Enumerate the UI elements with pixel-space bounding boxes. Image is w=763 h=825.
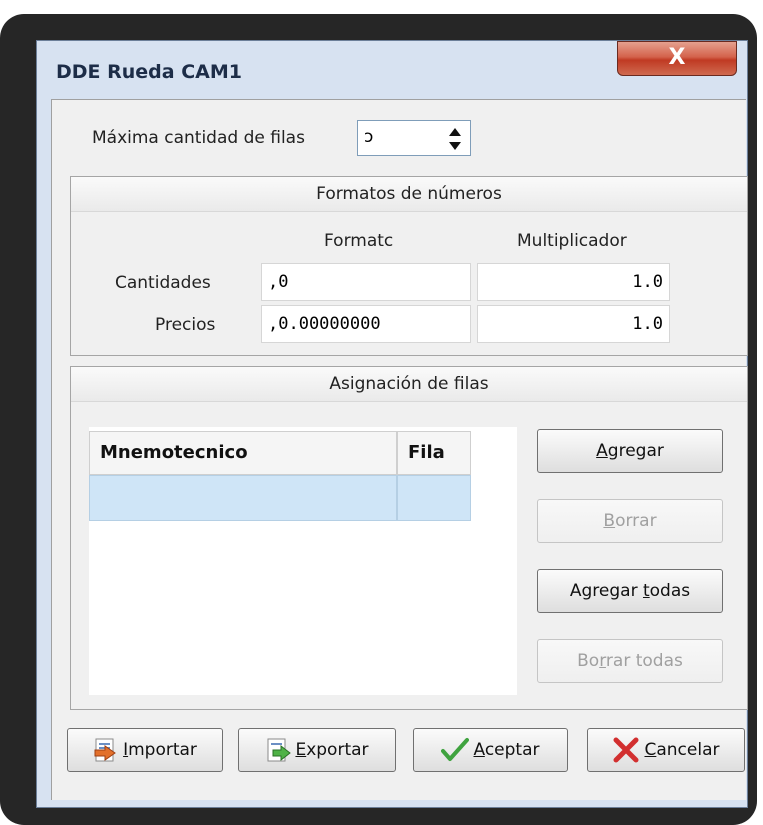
cancel-button[interactable]: Cancelar	[587, 728, 745, 772]
row-assignment-group: Asignación de filas Mnemotecnico Fila Ag…	[70, 366, 748, 710]
prices-label: Precios	[155, 315, 216, 335]
table-row-cell[interactable]	[397, 475, 471, 521]
multiplier-column-header: Multiplicador	[517, 231, 627, 251]
mnemonic-column-header[interactable]: Mnemotecnico	[89, 431, 397, 475]
add-all-button[interactable]: Agregar todas	[537, 569, 723, 613]
table-row[interactable]	[89, 475, 397, 521]
prices-format-field[interactable]: ,0.00000000	[261, 305, 471, 343]
dialog-client-area: Máxima cantidad de filas ɔ Formatos de n…	[51, 99, 748, 800]
prices-multiplier-field[interactable]: 1.0	[477, 305, 670, 343]
accept-button[interactable]: Aceptar	[413, 728, 568, 772]
close-button[interactable]: X	[617, 41, 737, 76]
spinner-arrows-icon[interactable]	[448, 127, 462, 151]
quantities-format-field[interactable]: ,0	[261, 263, 471, 301]
window-title: DDE Rueda CAM1	[56, 61, 242, 83]
cancel-x-icon	[613, 737, 639, 763]
checkmark-icon	[441, 738, 470, 761]
export-button[interactable]: Exportar	[238, 728, 396, 772]
row-column-header[interactable]: Fila	[397, 431, 471, 475]
number-formats-header: Formatos de números	[71, 177, 747, 212]
format-column-header: Formatc	[324, 231, 394, 251]
dialog-window: DDE Rueda CAM1 X Máxima cantidad de fila…	[36, 40, 748, 808]
assignment-table[interactable]: Mnemotecnico Fila	[89, 427, 517, 695]
add-button[interactable]: Agregar	[537, 429, 723, 473]
delete-button[interactable]: Borrar	[537, 499, 723, 543]
delete-all-button[interactable]: Borrar todas	[537, 639, 723, 683]
quantities-multiplier-field[interactable]: 1.0	[477, 263, 670, 301]
import-button[interactable]: Importar	[67, 728, 223, 772]
max-rows-spinner[interactable]: ɔ	[357, 120, 471, 156]
import-icon	[94, 738, 116, 762]
max-rows-value: ɔ	[364, 127, 374, 147]
max-rows-label: Máxima cantidad de filas	[92, 128, 305, 148]
export-icon	[267, 738, 292, 762]
quantities-label: Cantidades	[115, 273, 211, 293]
number-formats-group: Formatos de números Formatc Multiplicado…	[70, 176, 748, 356]
row-assignment-header: Asignación de filas	[71, 367, 747, 402]
